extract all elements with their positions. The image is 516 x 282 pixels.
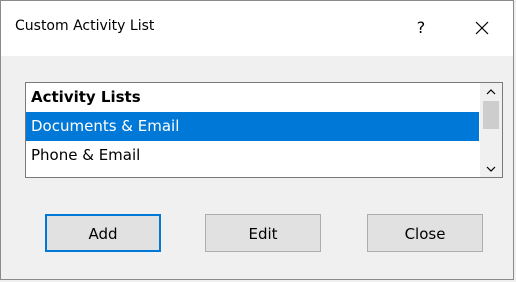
list-header: Activity Lists [31,88,141,106]
close-window-button[interactable] [467,13,497,43]
scroll-down-button[interactable] [480,160,502,177]
window-title: Custom Activity List [15,18,155,34]
close-button[interactable]: Close [367,214,483,252]
custom-activity-list-dialog: Custom Activity List ? Activity Lists Do… [0,0,514,280]
add-button[interactable]: Add [45,214,161,252]
close-icon [475,21,489,35]
activity-lists-listbox[interactable]: Activity Lists Documents & Email Phone &… [25,82,503,178]
list-item-phone-email[interactable]: Phone & Email [26,141,479,170]
scroll-thumb[interactable] [483,101,499,129]
list-item-documents-email[interactable]: Documents & Email [26,112,479,141]
title-bar: Custom Activity List ? [1,1,513,56]
chevron-down-icon [486,166,496,172]
scroll-up-button[interactable] [480,83,502,100]
chevron-up-icon [486,88,496,94]
vertical-scrollbar[interactable] [480,83,502,177]
help-button[interactable]: ? [406,13,436,43]
edit-button[interactable]: Edit [205,214,321,252]
